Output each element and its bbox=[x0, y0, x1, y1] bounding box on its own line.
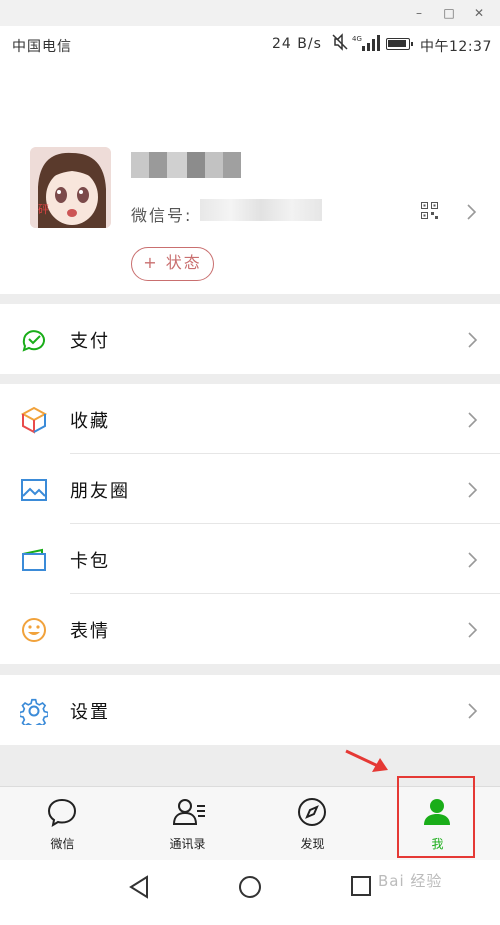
compass-icon bbox=[298, 798, 326, 826]
tab-label-contacts: 通讯录 bbox=[169, 837, 206, 851]
avatar-image: 砰 bbox=[30, 147, 111, 228]
favorites-cube-icon bbox=[20, 406, 48, 434]
wechat-id-label: 微信号: bbox=[131, 206, 193, 225]
annotation-highlight-box bbox=[397, 776, 475, 858]
menu-item-settings[interactable]: 设置 bbox=[0, 675, 500, 745]
menu-item-favorites[interactable]: 收藏 bbox=[0, 384, 500, 454]
minimize-button[interactable]: – bbox=[410, 4, 428, 22]
avatar[interactable]: 砰 bbox=[30, 147, 111, 228]
maximize-button[interactable]: □ bbox=[440, 4, 458, 22]
menu-item-stickers[interactable]: 表情 bbox=[0, 594, 500, 664]
gear-icon bbox=[20, 698, 48, 725]
smiley-icon bbox=[22, 618, 46, 642]
chevron-right-icon bbox=[468, 332, 478, 348]
tab-label-chats: 微信 bbox=[50, 837, 75, 851]
battery-icon bbox=[386, 38, 413, 50]
payment-icon bbox=[22, 330, 45, 352]
signal-icon: 4G bbox=[352, 35, 380, 51]
annotation-arrow-icon bbox=[345, 749, 388, 772]
add-status-button[interactable]: + 状态 bbox=[131, 247, 214, 281]
tab-contacts[interactable]: 通讯录 bbox=[125, 787, 250, 861]
network-speed: 24 B/s bbox=[272, 36, 322, 52]
profile-chevron-icon bbox=[467, 204, 477, 220]
menu-label-favorites: 收藏 bbox=[70, 411, 110, 432]
tab-chats[interactable]: 微信 bbox=[0, 787, 125, 861]
chevron-right-icon bbox=[468, 412, 478, 428]
carrier-name: 中国电信 bbox=[12, 39, 72, 55]
features-section: 收藏 朋友圈 卡包 表情 bbox=[0, 384, 500, 664]
menu-label-stickers: 表情 bbox=[70, 621, 110, 642]
chevron-right-icon bbox=[468, 482, 478, 498]
chevron-right-icon bbox=[468, 552, 478, 568]
menu-label-settings: 设置 bbox=[70, 702, 110, 723]
menu-item-cards[interactable]: 卡包 bbox=[0, 524, 500, 594]
menu-item-moments[interactable]: 朋友圈 bbox=[0, 454, 500, 524]
menu-label-cards: 卡包 bbox=[70, 551, 110, 572]
tab-discover[interactable]: 发现 bbox=[250, 787, 375, 861]
chevron-right-icon bbox=[468, 703, 478, 719]
card-wallet-icon bbox=[22, 548, 46, 571]
chevron-right-icon bbox=[468, 622, 478, 638]
watermark-text: Bai 经验 bbox=[378, 872, 443, 890]
tab-label-discover: 发现 bbox=[300, 837, 325, 851]
window-title-bar: – □ ✕ bbox=[0, 0, 500, 26]
menu-label-payment: 支付 bbox=[70, 331, 110, 352]
wechat-id-redacted bbox=[200, 199, 322, 221]
chat-bubble-icon bbox=[47, 798, 77, 827]
back-icon[interactable] bbox=[128, 875, 150, 899]
status-bar: 中国电信 24 B/s 4G 中午12:37 bbox=[0, 26, 500, 64]
moments-picture-icon bbox=[21, 479, 47, 501]
menu-item-payment[interactable]: 支付 bbox=[0, 304, 500, 374]
close-button[interactable]: ✕ bbox=[470, 4, 488, 22]
signal-type: 4G bbox=[352, 35, 362, 43]
svg-text:砰: 砰 bbox=[38, 203, 49, 216]
nickname-redacted bbox=[131, 152, 241, 178]
payment-section: 支付 bbox=[0, 304, 500, 374]
settings-section: 设置 bbox=[0, 675, 500, 745]
mute-icon bbox=[332, 33, 348, 51]
profile-header[interactable]: 砰 微信号: + 状态 bbox=[0, 64, 500, 294]
contacts-icon bbox=[172, 799, 205, 825]
qr-code-icon[interactable] bbox=[421, 202, 438, 219]
clock: 中午12:37 bbox=[420, 39, 492, 55]
menu-label-moments: 朋友圈 bbox=[70, 481, 130, 502]
recents-icon[interactable] bbox=[350, 875, 372, 897]
home-icon[interactable] bbox=[238, 875, 262, 899]
